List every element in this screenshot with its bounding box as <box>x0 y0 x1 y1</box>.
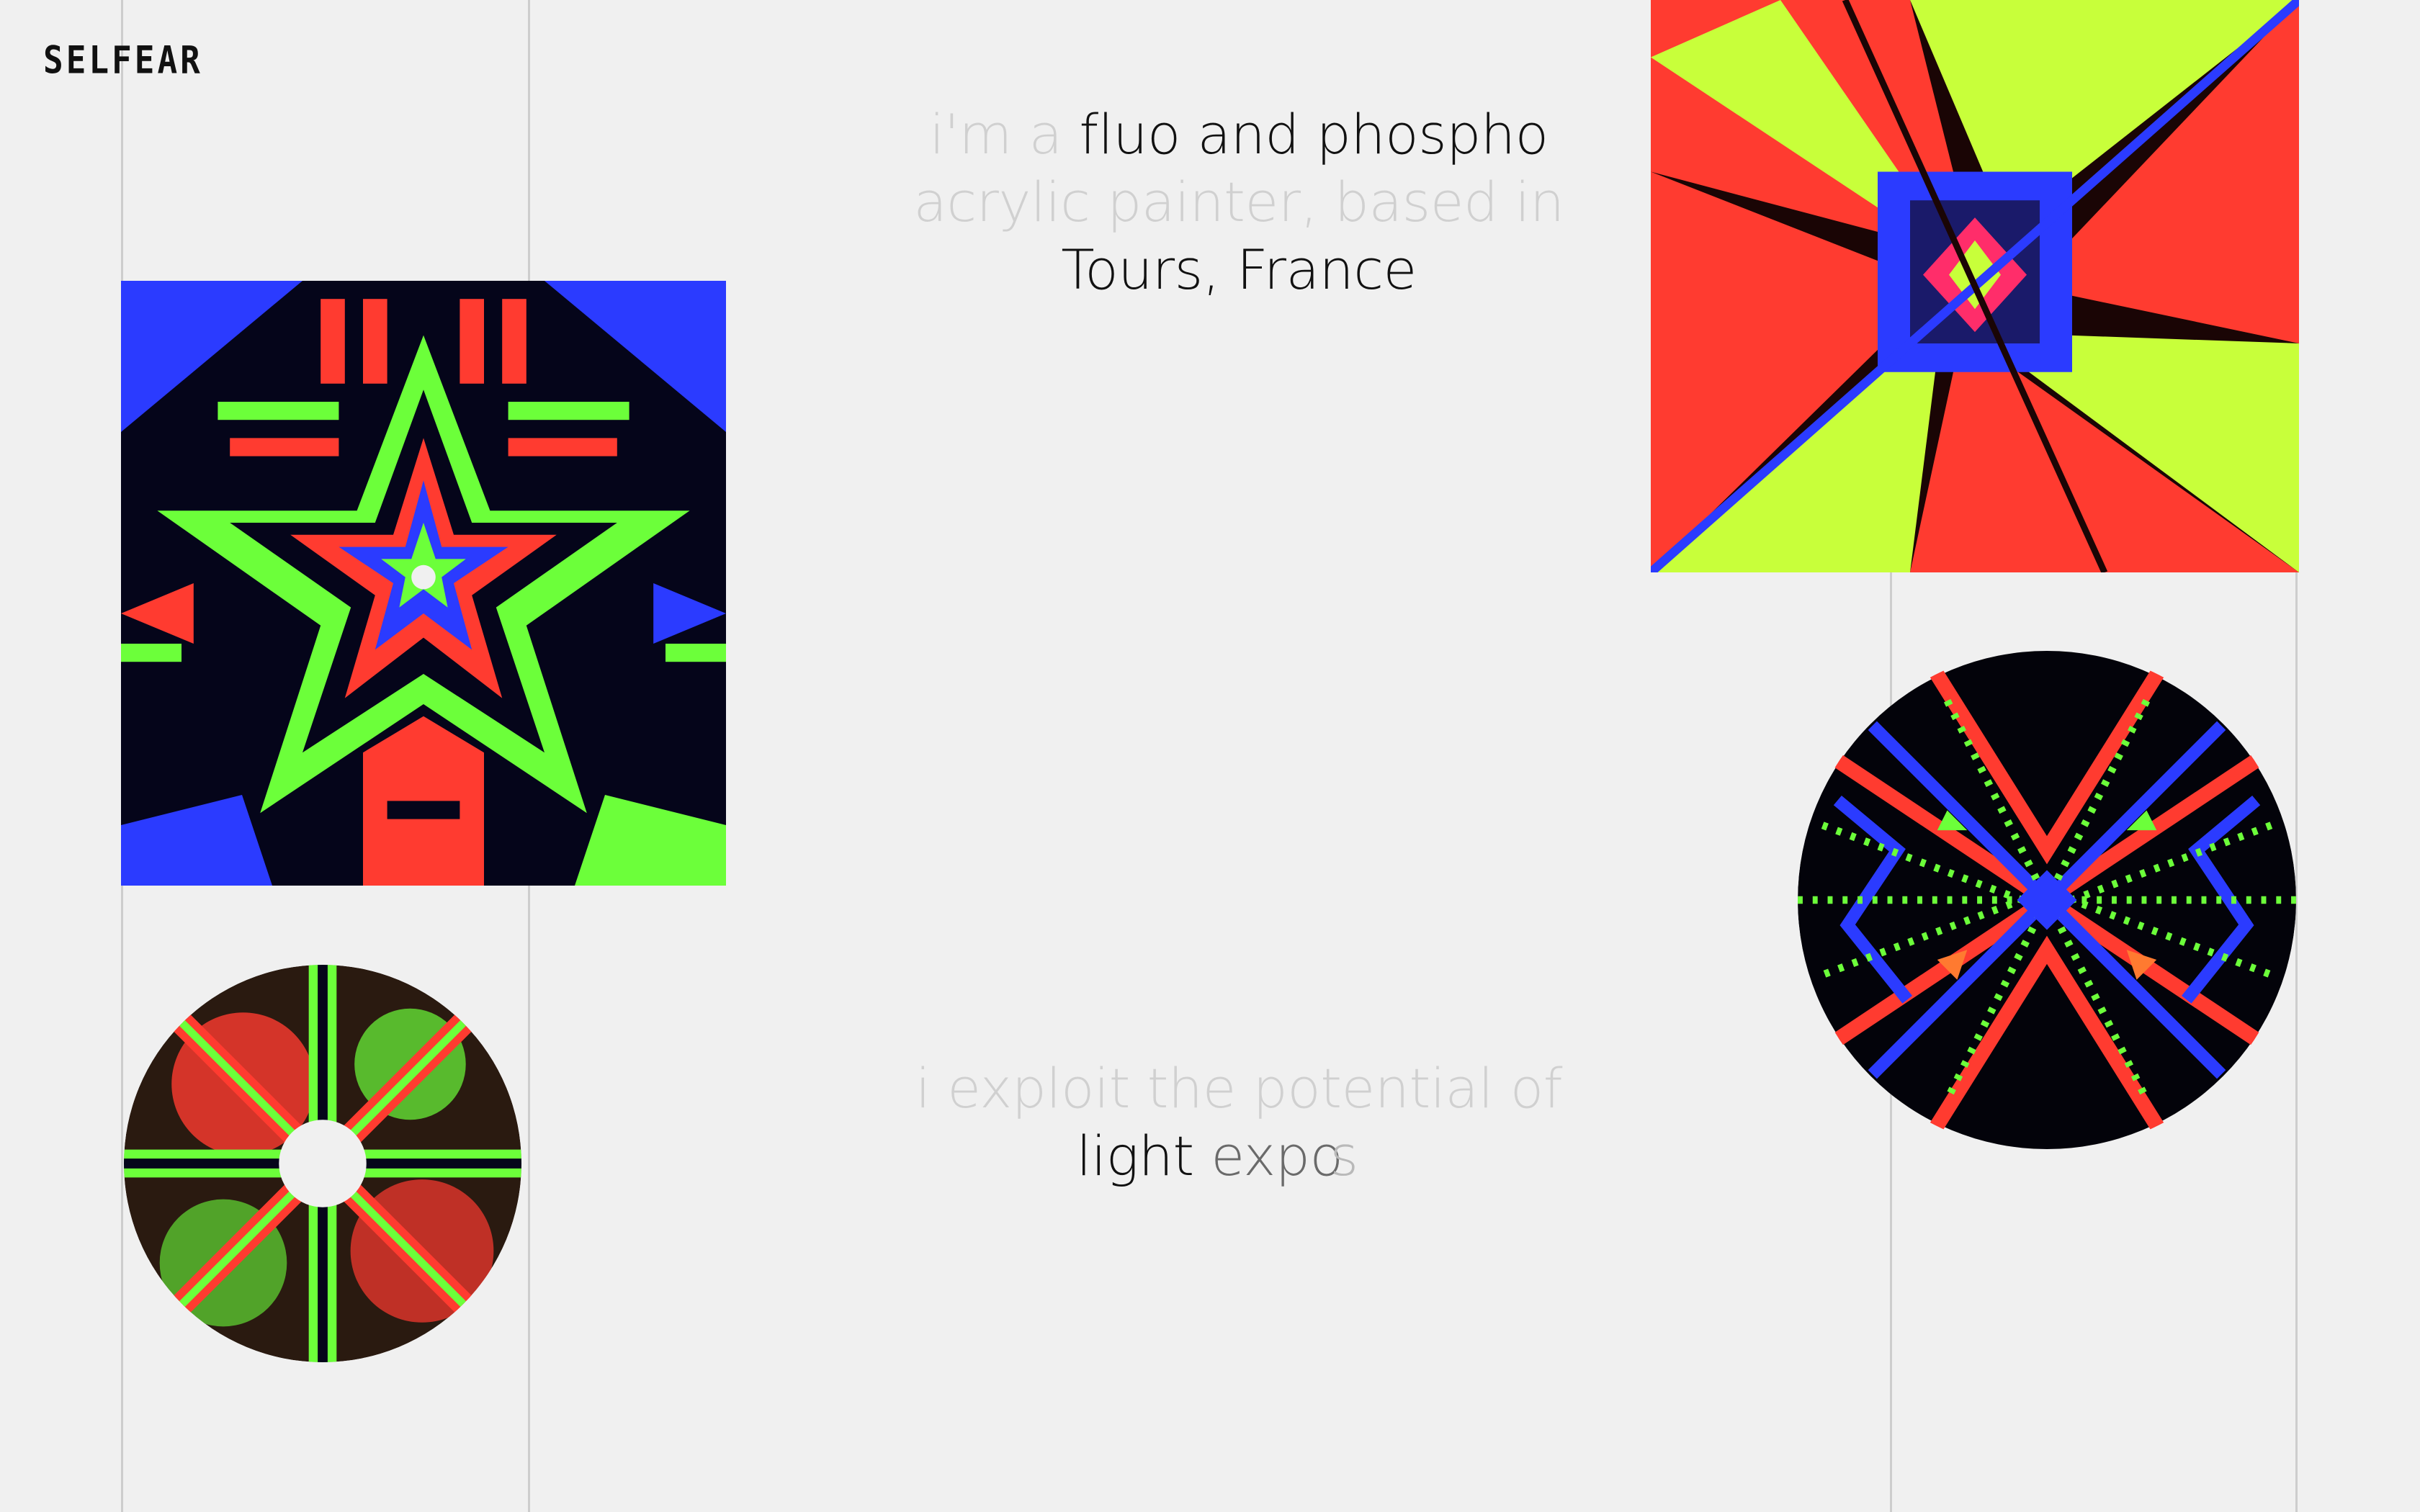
artwork-x-mandala-painting[interactable] <box>1798 648 2296 1152</box>
intro-line-2: acrylic painter, based in <box>913 170 1564 234</box>
x-mandala-painting-image <box>1798 648 2296 1152</box>
star-painting-image <box>121 281 726 886</box>
intro-line-1-faint: i'm a <box>929 102 1062 166</box>
intro-text: i'm a fluo and phospho acrylic painter, … <box>864 101 1613 304</box>
statement-line-2-faint: s <box>1330 1124 1359 1188</box>
artwork-spiral-painting[interactable] <box>1651 0 2299 572</box>
statement-text: i exploit the potential of light expos <box>864 1055 1613 1190</box>
intro-line-1: i'm a fluo and phospho <box>864 101 1613 168</box>
statement-line-2: light expos <box>864 1122 1613 1190</box>
intro-line-3: Tours, France <box>1061 238 1417 302</box>
artwork-star-painting[interactable] <box>121 281 726 886</box>
disc-painting-image <box>124 965 521 1362</box>
spiral-painting-image <box>1651 0 2299 572</box>
intro-line-1-dark: fluo and phospho <box>1079 102 1549 166</box>
site-logo[interactable]: SELFEAR <box>43 37 203 82</box>
artwork-disc-painting[interactable] <box>124 965 521 1362</box>
statement-line-1: i exploit the potential of <box>915 1056 1562 1120</box>
statement-line-2-mid: expo <box>1211 1124 1343 1188</box>
statement-line-2-dark: light <box>1076 1124 1194 1188</box>
